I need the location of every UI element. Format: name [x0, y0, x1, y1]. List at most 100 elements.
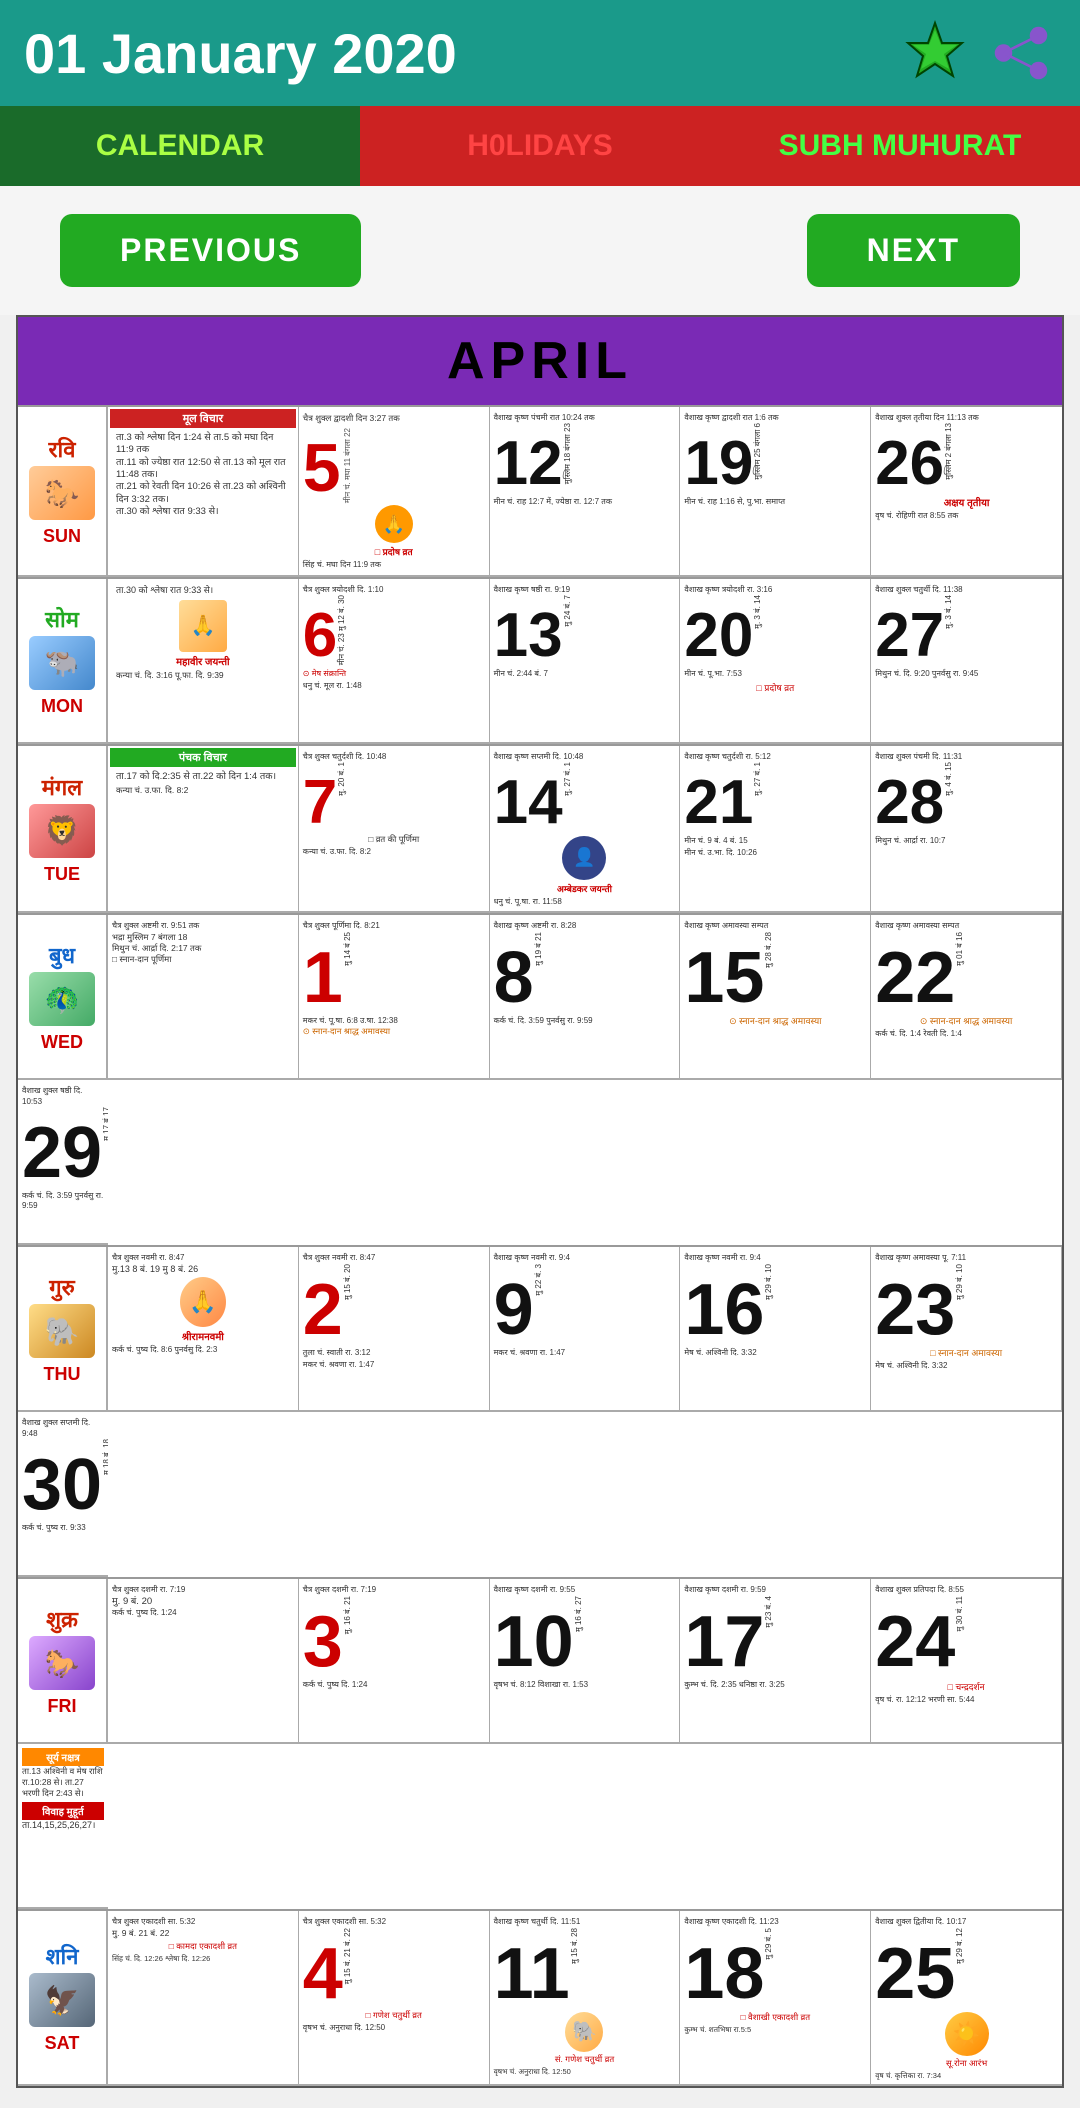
date-10: 10	[494, 1596, 574, 1678]
date-11: 11	[494, 1928, 570, 2010]
day-eng-tue: TUE	[44, 864, 80, 885]
wed-cell-22: वैशाख कृष्ण अमावस्या सम्पत 22 मु 01 बं 1…	[871, 915, 1062, 1080]
month-header: APRIL	[18, 317, 1062, 405]
day-label-saturday: शनि 🦅 SAT	[18, 1911, 108, 2086]
thu-cell-30: वैशाख शुक्ल सप्तमी दि. 9:48 30 मु 18 बं.…	[18, 1412, 108, 1577]
row-sunday: रवि 🐎 SUN मूल विचार ता.3 को श्लेषा दिन 1…	[18, 405, 1062, 577]
date-14: 14	[494, 762, 563, 834]
ram-navami-icon: 🙏	[112, 1277, 294, 1327]
date-24: 24	[875, 1596, 955, 1678]
tab-calendar[interactable]: CALENDAR	[0, 106, 360, 186]
date-5: 5	[303, 424, 341, 502]
tue-animal-icon: 🦁	[29, 804, 95, 858]
surya-icon: ☀️	[875, 2012, 1058, 2056]
date-20: 20	[684, 595, 753, 667]
date-26: 26	[875, 423, 944, 495]
sat-cell-25: वैशाख शुक्ल द्वितीया दि. 10:17 25 मु 29 …	[871, 1911, 1062, 2086]
previous-button[interactable]: PREVIOUS	[60, 214, 361, 287]
sat-cell-col1: चैत्र शुक्ल एकादशी सा. 5:32 मु. 9 बं. 21…	[108, 1911, 299, 2086]
date-4: 4	[303, 1928, 343, 2010]
date-22: 22	[875, 932, 955, 1014]
sun-cell-5: चैत्र शुक्ल द्वादशी दिन 3:27 तक 5 मीन चं…	[299, 407, 490, 577]
header-icons	[900, 18, 1056, 88]
wed-cell-col1: चैत्र शुक्ल अष्टमी रा. 9:51 तक भद्रा मुस…	[108, 915, 299, 1080]
day-label-sunday: रवि 🐎 SUN	[18, 407, 108, 577]
row-wednesday: बुध 🦚 WED चैत्र शुक्ल अष्टमी रा. 9:51 तक…	[18, 913, 1062, 1245]
date-29: 29	[22, 1107, 102, 1189]
thu-cell-23: वैशाख कृष्ण अमावस्या पू. 7:11 23 मु 29 ब…	[871, 1247, 1062, 1412]
month-title: APRIL	[32, 331, 1048, 391]
tab-holidays[interactable]: H0LIDAYS	[360, 106, 720, 186]
wed-animal-icon: 🦚	[29, 972, 95, 1026]
tue-cell-28: वैशाख शुक्ल पंचमी दि. 11:31 28 मु. 4 बं.…	[871, 746, 1062, 914]
vaishnavi-icon: □ वैशाखी एकादशी व्रत	[684, 2012, 866, 2023]
day-label-thursday: गुरु 🐘 THU	[18, 1247, 108, 1412]
mahavir-icon: 🙏	[179, 600, 227, 652]
pradvosh-vrat-icon: 🙏	[303, 505, 485, 543]
next-button[interactable]: NEXT	[807, 214, 1020, 287]
date-21: 21	[684, 762, 753, 834]
row-tuesday: मंगल 🦁 TUE पंचक विचार ता.17 को दि.2:35 स…	[18, 744, 1062, 914]
fri-cell-24: वैशाख शुक्ल प्रतिपदा दि. 8:55 24 मु 30 ब…	[871, 1579, 1062, 1744]
sat-animal-icon: 🦅	[29, 1973, 95, 2027]
date-30: 30	[22, 1439, 102, 1521]
pradvosh-vrat-icon-2: □ प्रदोष व्रत	[684, 681, 866, 694]
ganesh-icon: 🐘	[494, 2012, 676, 2052]
day-label-tuesday: मंगल 🦁 TUE	[18, 746, 108, 914]
day-hindi-sat: शनि	[46, 1941, 79, 1971]
wed-cell-8: वैशाख कृष्ण अष्टमी रा. 8:28 8 मु 19 बं 2…	[490, 915, 681, 1080]
thu-cell-2: चैत्र शुक्ल नवमी रा. 8:47 2 मु 15 बं. 20…	[299, 1247, 490, 1412]
sun-cell-12: वैशाख कृष्ण पंचमी रात 10:24 तक 12 मुस्लि…	[490, 407, 681, 577]
ambedkar-icon: 👤	[494, 836, 676, 880]
fri-cell-col1: चैत्र शुक्ल दशमी रा. 7:19 मु. 9 बं. 20 क…	[108, 1579, 299, 1744]
sun-animal-icon: 🐎	[29, 466, 95, 520]
day-label-monday: सोम 🐃 MON	[18, 579, 108, 744]
calendar-container: APRIL रवि 🐎 SUN मूल विचार ता.3 को श्लेषा…	[16, 315, 1064, 2088]
day-eng-sat: SAT	[45, 2033, 80, 2054]
date-19: 19	[684, 423, 753, 495]
tue-cell-21: वैशाख कृष्ण चतुर्दशी रा. 5:12 21 मु. 27 …	[680, 746, 871, 914]
date-16: 16	[684, 1264, 764, 1346]
star-icon[interactable]	[900, 18, 970, 88]
kamada-icon: □ कामदा एकादशी व्रत	[112, 1941, 294, 1952]
day-eng-wed: WED	[41, 1032, 83, 1053]
date-1: 1	[303, 932, 343, 1014]
date-25: 25	[875, 1928, 955, 2010]
day-eng-mon: MON	[41, 696, 83, 717]
mon-animal-icon: 🐃	[29, 636, 95, 690]
sun-cell-26: वैशाख शुक्ल तृतीया दिन 11:13 तक 26 मुस्ल…	[871, 407, 1062, 577]
date-15: 15	[684, 932, 764, 1014]
date-6: 6	[303, 595, 337, 667]
fri-cell-special: सूर्य नक्षत्र ता.13 अश्विनी व मेष राशि र…	[18, 1744, 108, 1909]
day-hindi-thu: गुरु	[49, 1272, 75, 1302]
mon-cell-27: वैशाख शुक्ल चतुर्थी दि. 11:38 27 मु. 3 ब…	[871, 579, 1062, 744]
day-hindi-fri: शुक्र	[46, 1604, 78, 1634]
thu-cell-9: वैशाख कृष्ण नवमी रा. 9:4 9 मु 22 बं. 3 म…	[490, 1247, 681, 1412]
tue-cell-col1: पंचक विचार ता.17 को दि.2:35 से ता.22 को …	[108, 746, 299, 914]
fri-cell-3: चैत्र शुक्ल दशमी रा. 7:19 3 मु. 16 बं. 2…	[299, 1579, 490, 1744]
row-saturday: शनि 🦅 SAT चैत्र शुक्ल एकादशी सा. 5:32 मु…	[18, 1909, 1062, 2086]
date-13: 13	[494, 595, 563, 667]
tab-subh-muhurat[interactable]: SUBH MUHURAT	[720, 106, 1080, 186]
date-28: 28	[875, 762, 944, 834]
day-hindi-wed: बुध	[49, 940, 75, 970]
date-12: 12	[494, 423, 563, 495]
date-2: 2	[303, 1264, 343, 1346]
mon-cell-6: चैत्र शुक्ल त्रयोदशी दि. 1:10 6 मीन चं. …	[299, 579, 490, 744]
day-label-friday: शुक्र 🐎 FRI	[18, 1579, 108, 1744]
app-header: 01 January 2020	[0, 0, 1080, 106]
wed-cell-1: चैत्र शुक्ल पूर्णिमा दि. 8:21 1 मु 14 बं…	[299, 915, 490, 1080]
date-8: 8	[494, 932, 534, 1014]
share-icon[interactable]	[986, 18, 1056, 88]
day-hindi-sun: रवि	[49, 434, 76, 464]
navigation-buttons: PREVIOUS NEXT	[0, 186, 1080, 315]
row-thursday: गुरु 🐘 THU चैत्र शुक्ल नवमी रा. 8:47 मु.…	[18, 1245, 1062, 1577]
date-18: 18	[684, 1928, 764, 2010]
date-17: 17	[684, 1596, 764, 1678]
mul-vichar-content: ता.3 को श्लेषा दिन 1:24 से ता.5 को मघा द…	[110, 428, 296, 522]
day-eng-fri: FRI	[48, 1696, 77, 1717]
mon-cell-20: वैशाख कृष्ण त्रयोदशी रा. 3:16 20 मु. 3 ब…	[680, 579, 871, 744]
fri-animal-icon: 🐎	[29, 1636, 95, 1690]
fri-cell-17: वैशाख कृष्ण दशमी रा. 9:59 17 मु 23 बं. 4…	[680, 1579, 871, 1744]
wed-cell-29: वैशाख शुक्ल षष्ठी दि. 10:53 29 मु 17 बं …	[18, 1080, 108, 1245]
